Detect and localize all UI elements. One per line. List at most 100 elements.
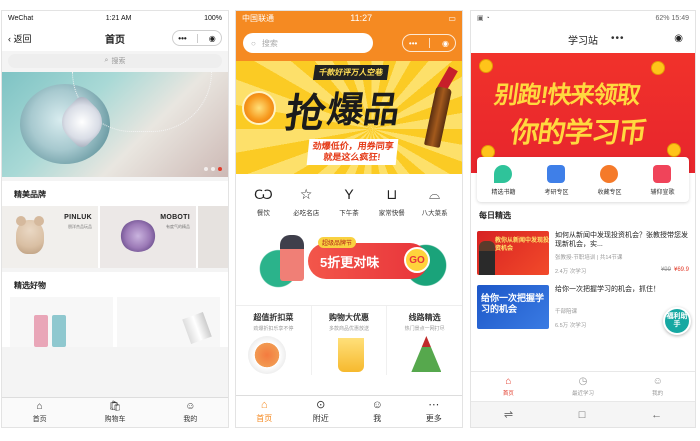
entry-exam[interactable]: 考研专区 bbox=[544, 165, 569, 196]
category-fast-food[interactable]: ⊔ 家常快餐 bbox=[372, 184, 412, 218]
battery-label: 100% bbox=[204, 14, 222, 22]
tab-label: 我的 bbox=[183, 415, 198, 423]
search-placeholder: 搜索 bbox=[111, 58, 126, 65]
banner-headline-1: 抢 bbox=[282, 92, 327, 136]
tab-home[interactable]: ⌂ 首页 bbox=[236, 396, 293, 427]
brooch-image bbox=[120, 220, 156, 252]
mini-program-capsule: ••• ◉ bbox=[402, 34, 456, 52]
course-item[interactable]: 给你一次把握学习的机会 给你一次把握学习的机会，抓住！ 千部陪课 6.5万 次学… bbox=[471, 281, 695, 335]
banner-subtitle-line2: 就是这么疯狂! bbox=[322, 152, 381, 162]
brand-card-partial[interactable] bbox=[198, 206, 228, 268]
notification-icons: ▣ ◔ bbox=[477, 15, 490, 22]
entry-favorites[interactable]: 收藏专区 bbox=[597, 165, 622, 196]
brand-subtitle: 有度气的精品 bbox=[166, 224, 190, 229]
search-input[interactable]: ○ 搜索 bbox=[243, 33, 373, 53]
tab-cart[interactable]: 🛍 购物车 bbox=[77, 398, 152, 427]
thumbnail-text: 给你一次把握学习的机会 bbox=[481, 293, 545, 314]
status-bar: WeChat 1:21 AM 100% bbox=[2, 11, 228, 25]
hero-banner[interactable] bbox=[2, 72, 228, 177]
search-input[interactable]: ⌕ 搜索 bbox=[8, 54, 222, 68]
tab-more[interactable]: ⋯ 更多 bbox=[406, 396, 463, 427]
learn-count: 6.5万 次学习 bbox=[555, 321, 586, 329]
current-price: ¥69.9 bbox=[673, 267, 689, 273]
close-target-icon[interactable]: ◉ bbox=[209, 34, 216, 43]
hero-banner[interactable]: 别跑!快来领取 你的学习币 bbox=[471, 53, 695, 173]
close-target-icon[interactable]: ◉ bbox=[442, 39, 449, 48]
landmark-image bbox=[411, 336, 442, 372]
status-bar: 中国联通 11:27 ▭ bbox=[236, 11, 462, 25]
section-title-daily: 每日精选 bbox=[479, 211, 511, 220]
course-title: 给你一次把握学习的机会，抓住！ bbox=[555, 286, 660, 293]
section-title-brands: 精美品牌 bbox=[14, 190, 46, 199]
deal-subtitle: 多款商品优惠放送 bbox=[329, 326, 370, 332]
system-nav-bar: ⇌ □ ← bbox=[471, 401, 695, 427]
home-button-icon[interactable]: □ bbox=[579, 409, 586, 421]
category-famous-shops[interactable]: ☆ 必吃名店 bbox=[286, 184, 326, 218]
more-icon[interactable]: ••• bbox=[611, 33, 625, 44]
tab-me[interactable]: ☺ 我 bbox=[349, 396, 406, 427]
more-icon[interactable]: ••• bbox=[178, 34, 186, 43]
back-button[interactable]: ‹ 返回 bbox=[8, 32, 32, 45]
orange-image bbox=[242, 91, 276, 125]
category-label: 八大菜系 bbox=[421, 210, 448, 217]
entry-books[interactable]: 精选书籍 bbox=[491, 165, 516, 196]
promo-banner[interactable]: 5折更对味 超级品牌节 GO bbox=[248, 229, 450, 295]
chat-icon bbox=[653, 165, 672, 183]
tab-label: 首页 bbox=[32, 415, 47, 423]
learn-count-unit: 次学习 bbox=[569, 323, 587, 329]
good-card-pen[interactable] bbox=[117, 297, 220, 347]
clock-icon: ◷ bbox=[578, 375, 588, 387]
coin-image bbox=[479, 59, 493, 73]
learn-count-unit: 次学习 bbox=[569, 269, 587, 275]
hero-banner[interactable]: 千款好评万人空巷 抢 爆品 劲爆低价，用券同享 就是这么疯狂! bbox=[236, 61, 462, 174]
clock: 1:21 AM bbox=[105, 14, 132, 22]
brand-list: PINLUK 朋洋杰品玩品 MOBOTI 有度气的精品 bbox=[2, 206, 228, 268]
deal-title: 超值折扣菜 bbox=[253, 313, 294, 322]
welfare-assistant-button[interactable]: 福利助手 bbox=[663, 307, 691, 335]
tab-label: 我的 bbox=[652, 390, 664, 397]
clock: 15:49 bbox=[671, 14, 689, 22]
more-icon: ⋯ bbox=[428, 398, 440, 411]
back-label: 返回 bbox=[13, 34, 32, 44]
home-icon: ⌂ bbox=[505, 375, 512, 387]
user-icon: ☺ bbox=[652, 375, 663, 387]
brand-card-pinluk[interactable]: PINLUK 朋洋杰品玩品 bbox=[2, 206, 98, 268]
tab-label: 首页 bbox=[256, 413, 273, 423]
entry-label: 辅仰宣歌 bbox=[650, 190, 675, 196]
tab-mine[interactable]: ☺ 我的 bbox=[153, 398, 228, 427]
deal-shopping[interactable]: 购物大优惠 多款商品优惠放送 bbox=[312, 306, 388, 375]
course-item[interactable]: 教你从新闻中发现投资机会 如何从新闻中发现投资机会？张教授带您发现新机会，实..… bbox=[471, 227, 695, 281]
deal-routes[interactable]: 线路精选 热门景点一网打尽 bbox=[387, 306, 462, 375]
tab-home[interactable]: ⌂ 首页 bbox=[2, 398, 77, 427]
battery-icon: ▭ bbox=[448, 13, 456, 23]
battery-label: 62% bbox=[655, 14, 670, 22]
back-arrow-icon[interactable]: ← bbox=[651, 409, 662, 421]
entry-songs[interactable]: 辅仰宣歌 bbox=[650, 165, 675, 196]
banner-tag: 千款好评万人空巷 bbox=[312, 65, 390, 80]
deal-discount-dishes[interactable]: 超值折扣菜 劲爆折扣乐享不停 bbox=[236, 306, 312, 375]
category-label: 家常快餐 bbox=[378, 210, 405, 217]
salmon-plate-image bbox=[248, 336, 286, 374]
good-card-towels[interactable] bbox=[10, 297, 113, 347]
category-dining[interactable]: Ѡ 餐饮 bbox=[243, 184, 283, 217]
category-afternoon-tea[interactable]: Y 下午茶 bbox=[329, 184, 369, 217]
tab-nearby[interactable]: ⊙ 附近 bbox=[293, 396, 350, 427]
recent-apps-icon[interactable]: ⇌ bbox=[504, 408, 513, 421]
tab-recent[interactable]: ◷ 最近学习 bbox=[546, 372, 621, 401]
home-icon: ⌂ bbox=[36, 400, 43, 412]
lecturer-image bbox=[479, 241, 495, 275]
category-cuisines[interactable]: ⌓ 八大菜系 bbox=[415, 184, 455, 218]
promo-small-tag: 超级品牌节 bbox=[318, 237, 357, 248]
course-thumbnail: 给你一次把握学习的机会 bbox=[477, 285, 549, 329]
banner-subtitle: 劲爆低价，用券同享 就是这么疯狂! bbox=[306, 139, 399, 165]
more-icon[interactable]: ••• bbox=[409, 39, 417, 48]
brand-card-moboti[interactable]: MOBOTI 有度气的精品 bbox=[100, 206, 196, 268]
tab-mine[interactable]: ☺ 我的 bbox=[620, 372, 695, 401]
promo-go-button[interactable]: GO bbox=[404, 247, 430, 273]
tab-home[interactable]: ⌂ 首页 bbox=[471, 372, 546, 401]
banner-line-2: 你的学习币 bbox=[508, 117, 648, 148]
towel-image-blue bbox=[52, 315, 66, 347]
banner-line-1: 别跑!快来领取 bbox=[492, 82, 642, 109]
exam-icon bbox=[547, 165, 566, 183]
close-target-icon[interactable]: ◉ bbox=[674, 33, 683, 44]
